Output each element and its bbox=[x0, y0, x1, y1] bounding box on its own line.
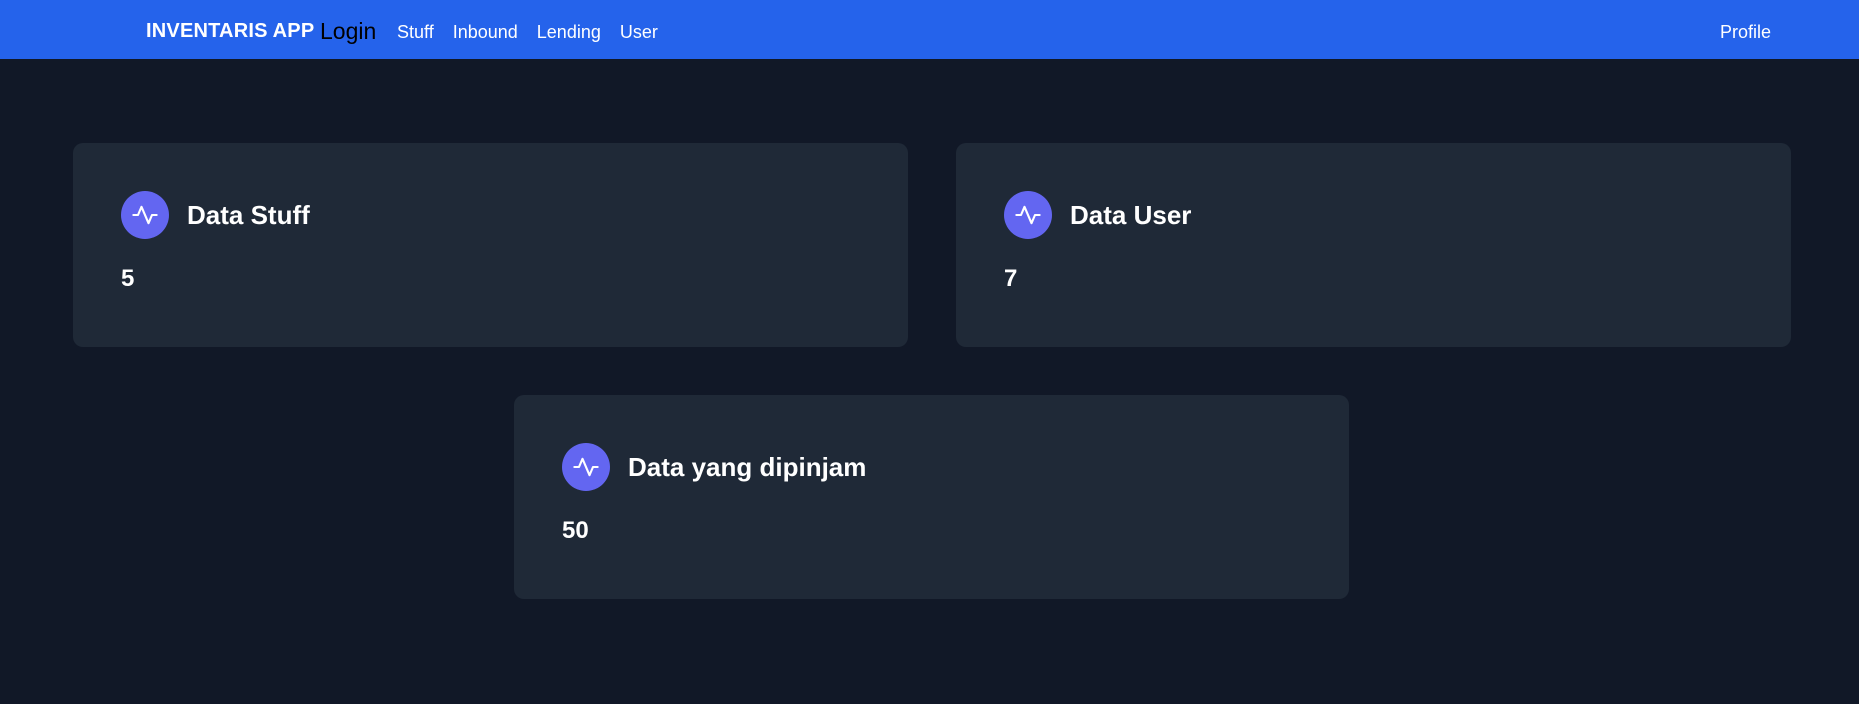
stat-card-lending: Data yang dipinjam 50 bbox=[514, 395, 1349, 599]
nav-item-user: User bbox=[620, 21, 658, 43]
navbar: INVENTARIS APP Login Stuff Inbound Lendi… bbox=[0, 0, 1859, 59]
activity-icon bbox=[1004, 191, 1052, 239]
nav-item-lending: Lending bbox=[537, 21, 601, 43]
activity-icon bbox=[121, 191, 169, 239]
nav-links: Stuff Inbound Lending User bbox=[397, 21, 658, 43]
card-header: Data yang dipinjam bbox=[562, 443, 866, 491]
app-brand[interactable]: INVENTARIS APP bbox=[146, 19, 314, 43]
nav-item-inbound: Inbound bbox=[453, 21, 518, 43]
nav-item-stuff: Stuff bbox=[397, 21, 434, 43]
card-title: Data User bbox=[1070, 200, 1192, 230]
profile-link[interactable]: Profile bbox=[1720, 21, 1771, 43]
card-value: 50 bbox=[562, 517, 589, 544]
activity-icon bbox=[562, 443, 610, 491]
nav-link-stuff[interactable]: Stuff bbox=[397, 22, 434, 42]
nav-link-inbound[interactable]: Inbound bbox=[453, 22, 518, 42]
stat-card-stuff: Data Stuff 5 bbox=[73, 143, 908, 347]
card-value: 7 bbox=[1004, 265, 1018, 292]
card-title: Data yang dipinjam bbox=[628, 452, 867, 482]
card-header: Data Stuff bbox=[121, 191, 310, 239]
nav-link-lending[interactable]: Lending bbox=[537, 22, 601, 42]
stat-card-user: Data User 7 bbox=[956, 143, 1791, 347]
card-title: Data Stuff bbox=[187, 200, 310, 230]
login-link[interactable]: Login bbox=[320, 17, 376, 45]
card-header: Data User bbox=[1004, 191, 1191, 239]
card-value: 5 bbox=[121, 265, 135, 292]
nav-link-user[interactable]: User bbox=[620, 22, 658, 42]
